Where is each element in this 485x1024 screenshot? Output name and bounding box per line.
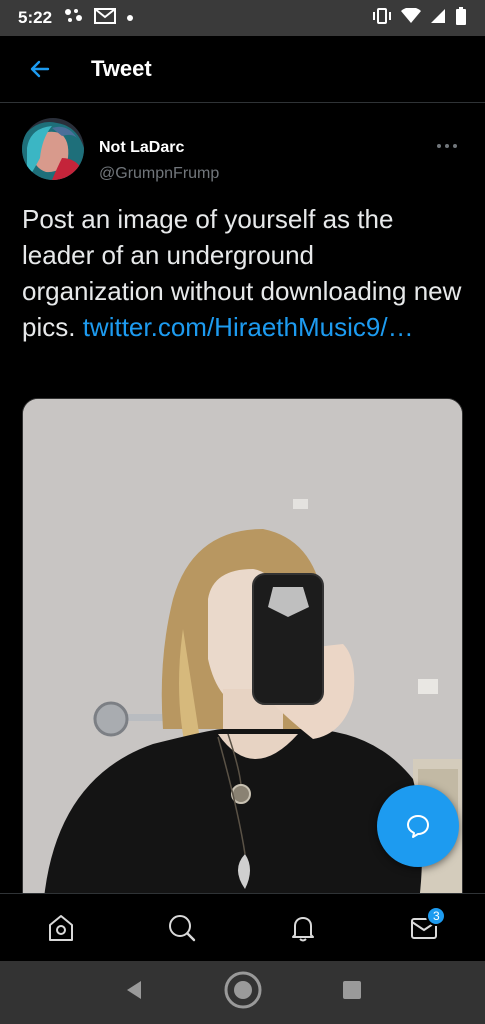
status-bar: 5:22: [0, 0, 485, 36]
wifi-icon: [401, 6, 421, 29]
avatar[interactable]: [22, 118, 84, 180]
tweet-detail: Not LaDarc @GrumpnFrump Post an image of…: [0, 104, 485, 894]
messages-badge: 3: [426, 905, 447, 926]
cellular-signal-icon: [430, 8, 446, 29]
nav-messages[interactable]: 3: [394, 898, 454, 958]
system-home-button[interactable]: [223, 970, 263, 1015]
more-horizontal-icon: [437, 144, 457, 148]
bottom-navigation: 3: [0, 893, 485, 961]
author-row[interactable]: Not LaDarc @GrumpnFrump: [22, 118, 465, 182]
reply-bubble-icon: [407, 815, 429, 838]
nav-notifications[interactable]: [273, 898, 333, 958]
square-recents-icon: [342, 981, 361, 999]
home-icon: [48, 914, 73, 941]
system-back-button[interactable]: [123, 979, 145, 1006]
author-display-name[interactable]: Not LaDarc: [99, 139, 184, 157]
more-options-button[interactable]: [433, 136, 461, 156]
more-notifications-dot-icon: [126, 9, 134, 27]
vibrate-icon: [372, 7, 392, 29]
status-time: 5:22: [18, 8, 53, 27]
author-handle[interactable]: @GrumpnFrump: [99, 165, 219, 183]
search-icon: [168, 914, 196, 941]
system-recents-button[interactable]: [341, 979, 363, 1006]
circle-home-icon: [224, 971, 261, 1009]
triangle-back-icon: [126, 981, 141, 999]
page-title: Tweet: [91, 56, 152, 81]
notifications-icon: [292, 916, 315, 941]
tweet-text: Post an image of yourself as the leader …: [22, 201, 462, 345]
tweet-header: Tweet: [0, 36, 485, 103]
battery-icon: [455, 6, 467, 30]
system-navigation-bar: [0, 961, 485, 1024]
nav-home[interactable]: [31, 898, 91, 958]
email-notification-icon: [94, 7, 117, 29]
back-arrow-icon: [30, 60, 50, 78]
nav-search[interactable]: [152, 898, 212, 958]
compose-reply-button[interactable]: [377, 785, 459, 867]
tweet-link[interactable]: twitter.com/HiraethMusic9/…: [83, 312, 414, 342]
assistant-notification-icon: [64, 8, 84, 29]
back-button[interactable]: [20, 49, 60, 89]
